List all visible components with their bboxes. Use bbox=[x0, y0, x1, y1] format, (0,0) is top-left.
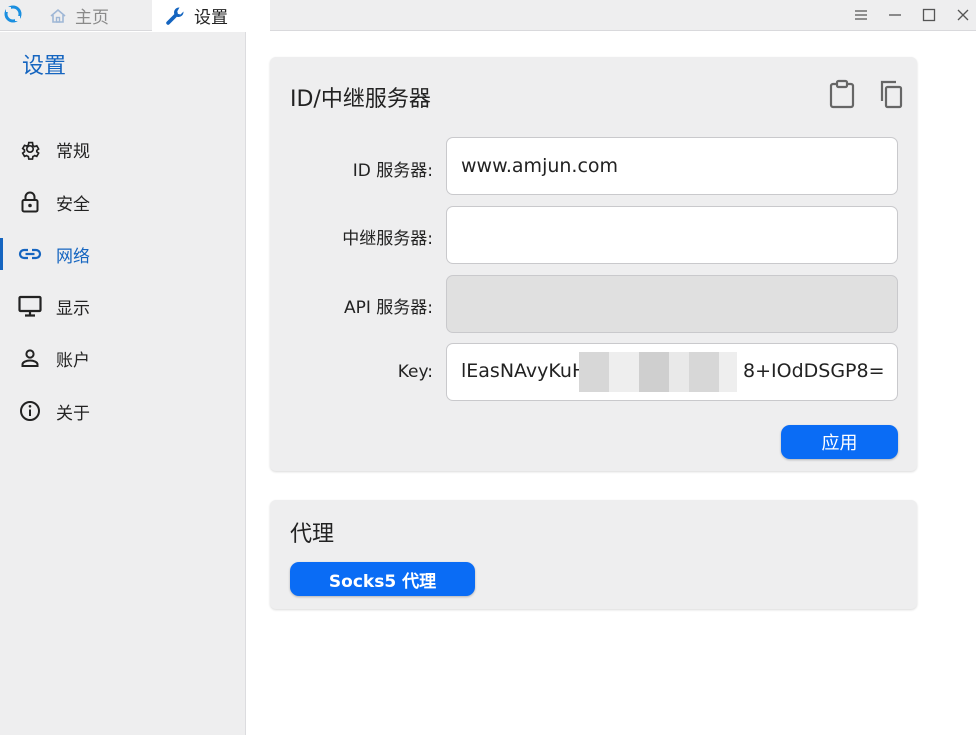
close-icon bbox=[957, 9, 969, 21]
maximize-button[interactable] bbox=[919, 5, 939, 25]
menu-button[interactable] bbox=[851, 5, 871, 25]
link-icon bbox=[18, 242, 42, 266]
socks5-proxy-button[interactable]: Socks5 代理 bbox=[290, 562, 475, 596]
key-label: Key: bbox=[397, 362, 433, 382]
key-value-end: 8+IOdDSGP8= bbox=[743, 360, 885, 382]
sidebar-item-network[interactable]: 网络 bbox=[0, 234, 246, 274]
sidebar-item-security[interactable]: 安全 bbox=[0, 182, 246, 222]
tab-settings-label: 设置 bbox=[194, 8, 228, 28]
sidebar-title: 设置 bbox=[22, 54, 67, 79]
gear-icon bbox=[18, 137, 42, 161]
sidebar-item-general[interactable]: 常规 bbox=[0, 129, 246, 169]
tab-home[interactable]: 主页 bbox=[40, 0, 152, 31]
minimize-icon bbox=[889, 14, 901, 16]
copy-icon bbox=[880, 80, 903, 109]
sidebar: 设置 常规 安全 网络 显示 账户 关于 bbox=[0, 32, 246, 735]
sidebar-item-label: 关于 bbox=[56, 403, 90, 424]
card-title: ID/中继服务器 bbox=[290, 87, 431, 112]
close-button[interactable] bbox=[953, 5, 973, 25]
sidebar-item-account[interactable]: 账户 bbox=[0, 338, 246, 378]
api-server-label: API 服务器: bbox=[343, 298, 433, 318]
id-relay-server-card: ID/中继服务器 ID 服务器: 中继服务器: API 服务器: Key: lE… bbox=[270, 57, 917, 471]
clipboard-icon bbox=[829, 79, 855, 109]
info-icon bbox=[18, 399, 42, 423]
sidebar-item-label: 账户 bbox=[56, 350, 90, 371]
id-server-label: ID 服务器: bbox=[352, 161, 433, 181]
sidebar-item-label: 网络 bbox=[56, 246, 90, 267]
sidebar-item-label: 安全 bbox=[56, 194, 90, 215]
id-server-input[interactable] bbox=[446, 137, 898, 195]
tab-settings[interactable]: 设置 bbox=[152, 0, 270, 31]
sidebar-item-display[interactable]: 显示 bbox=[0, 286, 246, 326]
menu-icon bbox=[855, 10, 867, 20]
relay-server-label: 中继服务器: bbox=[342, 229, 433, 249]
proxy-card: 代理 Socks5 代理 bbox=[270, 500, 917, 609]
paste-button[interactable] bbox=[828, 79, 856, 109]
rustdesk-logo-icon bbox=[4, 5, 22, 23]
sidebar-item-label: 显示 bbox=[56, 298, 90, 319]
api-server-input bbox=[446, 275, 898, 333]
person-icon bbox=[18, 346, 42, 370]
redacted-blur bbox=[579, 352, 737, 392]
copy-button[interactable] bbox=[877, 79, 905, 109]
relay-server-input[interactable] bbox=[446, 206, 898, 264]
key-input[interactable]: lEasNAvyKuH 8+IOdDSGP8= bbox=[446, 343, 898, 401]
maximize-icon bbox=[922, 8, 936, 22]
sidebar-item-label: 常规 bbox=[56, 141, 90, 162]
sidebar-item-about[interactable]: 关于 bbox=[0, 391, 246, 431]
title-bar: 主页 设置 bbox=[0, 0, 976, 31]
apply-button[interactable]: 应用 bbox=[781, 425, 898, 459]
key-value-start: lEasNAvyKuH bbox=[461, 360, 587, 382]
minimize-button[interactable] bbox=[885, 5, 905, 25]
wrench-icon bbox=[166, 6, 184, 25]
card-title: 代理 bbox=[290, 522, 335, 547]
monitor-icon bbox=[18, 294, 42, 318]
home-icon bbox=[50, 8, 66, 23]
lock-icon bbox=[18, 190, 42, 214]
tab-home-label: 主页 bbox=[75, 8, 109, 28]
